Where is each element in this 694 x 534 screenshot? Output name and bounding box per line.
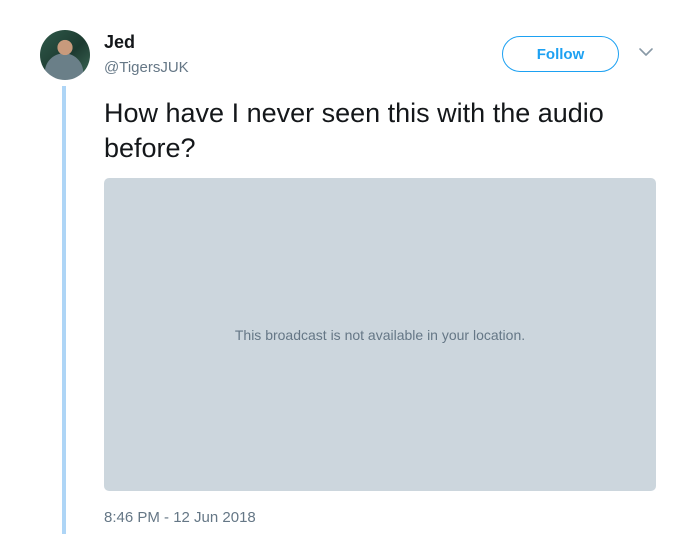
avatar[interactable] bbox=[40, 30, 90, 80]
follow-button[interactable]: Follow bbox=[502, 36, 619, 72]
tweet-timestamp[interactable]: 8:46 PM - 12 Jun 2018 bbox=[104, 509, 256, 526]
media-unavailable-message: This broadcast is not available in your … bbox=[234, 326, 526, 343]
author-handle[interactable]: @TigersJUK bbox=[104, 59, 189, 76]
media-player[interactable]: This broadcast is not available in your … bbox=[104, 178, 656, 491]
author-display-name[interactable]: Jed bbox=[104, 32, 135, 53]
tweet-text: How have I never seen this with the audi… bbox=[104, 98, 604, 163]
tweet-card: Jed @TigersJUK Follow How have I never s… bbox=[0, 0, 694, 534]
thread-line bbox=[62, 86, 66, 534]
chevron-down-icon[interactable] bbox=[637, 45, 655, 59]
